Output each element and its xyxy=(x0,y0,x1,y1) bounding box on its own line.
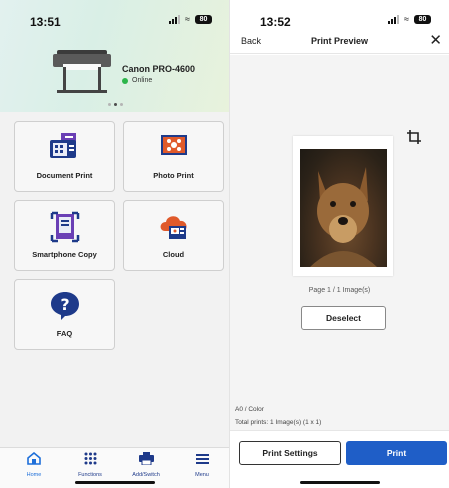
tile-label: Smartphone Copy xyxy=(32,250,97,259)
tab-bar: Home Functions Add/Switch Menu xyxy=(0,447,229,488)
print-button[interactable]: Print xyxy=(346,441,447,465)
nav-bar: Back Print Preview ✕ xyxy=(230,32,449,54)
smartphone-copy-icon xyxy=(50,211,79,243)
tile-label: FAQ xyxy=(56,329,73,338)
dog-photo xyxy=(300,149,387,267)
signal-icon xyxy=(388,15,400,24)
tile-label: Cloud xyxy=(162,250,185,259)
menu-icon xyxy=(195,454,209,464)
wifi-icon: ≈ xyxy=(185,14,190,24)
print-preview-screen: 13:52 ≈ 80 Back Print Preview ✕ Page 1 /… xyxy=(230,0,449,488)
tile-document-print[interactable]: Document Print xyxy=(14,121,115,192)
tab-label: Add/Switch xyxy=(132,472,160,478)
tab-menu[interactable]: Menu xyxy=(174,452,229,478)
paper-info: A0 / Color xyxy=(235,406,264,413)
tab-functions[interactable]: Functions xyxy=(62,452,118,478)
home-icon xyxy=(27,451,41,465)
printer-header[interactable]: 13:51 ≈ 80 Canon PRO-4600 Online xyxy=(0,0,229,112)
page-title: Print Preview xyxy=(310,36,369,46)
tile-faq[interactable]: ? FAQ xyxy=(14,279,115,350)
tile-label: Document Print xyxy=(36,171,93,180)
printer-icon xyxy=(138,452,154,466)
printer-status: Online xyxy=(122,77,152,84)
wifi-icon: ≈ xyxy=(404,14,409,24)
close-icon[interactable]: ✕ xyxy=(429,32,442,50)
tile-smartphone-copy[interactable]: Smartphone Copy xyxy=(14,200,115,271)
document-print-icon xyxy=(49,133,76,158)
tab-home[interactable]: Home xyxy=(6,451,62,478)
deselect-button[interactable]: Deselect xyxy=(301,306,386,330)
status-dot-icon xyxy=(122,77,128,84)
signal-icon xyxy=(169,15,181,24)
action-bar: Print Settings Print xyxy=(230,430,449,488)
tab-label: Functions xyxy=(78,472,102,478)
tab-add-switch[interactable]: Add/Switch xyxy=(118,452,174,478)
paper-preview[interactable] xyxy=(293,136,393,276)
tab-label: Menu xyxy=(195,472,209,478)
faq-icon: ? xyxy=(50,292,79,320)
preview-area: Page 1 / 1 Image(s) Deselect A0 / Color … xyxy=(230,55,449,430)
tile-cloud[interactable]: Cloud xyxy=(123,200,224,271)
printer-name: Canon PRO-4600 xyxy=(122,64,196,74)
home-screen: 13:51 ≈ 80 Canon PRO-4600 Online Documen… xyxy=(0,0,230,488)
home-indicator[interactable] xyxy=(75,481,155,484)
battery-icon: 80 xyxy=(195,15,212,24)
status-time: 13:52 xyxy=(260,15,291,29)
printer-status-label: Online xyxy=(132,77,153,84)
battery-icon: 80 xyxy=(414,15,431,24)
svg-text:?: ? xyxy=(60,295,69,314)
print-settings-button[interactable]: Print Settings xyxy=(239,441,341,465)
total-prints: Total prints: 1 Image(s) (1 x 1) xyxy=(235,419,322,426)
tab-label: Home xyxy=(26,472,42,478)
page-info: Page 1 / 1 Image(s) xyxy=(308,287,371,294)
photo-print-icon xyxy=(160,135,187,155)
tile-label: Photo Print xyxy=(153,171,194,180)
status-time: 13:51 xyxy=(30,15,61,29)
home-indicator[interactable] xyxy=(299,481,380,484)
tile-photo-print[interactable]: Photo Print xyxy=(123,121,224,192)
page-indicator xyxy=(108,103,123,106)
cloud-icon xyxy=(160,216,187,239)
status-bar: 13:51 ≈ 80 xyxy=(0,0,229,38)
grid-icon xyxy=(84,452,96,465)
crop-icon[interactable] xyxy=(406,129,422,145)
printer-image xyxy=(53,50,111,96)
